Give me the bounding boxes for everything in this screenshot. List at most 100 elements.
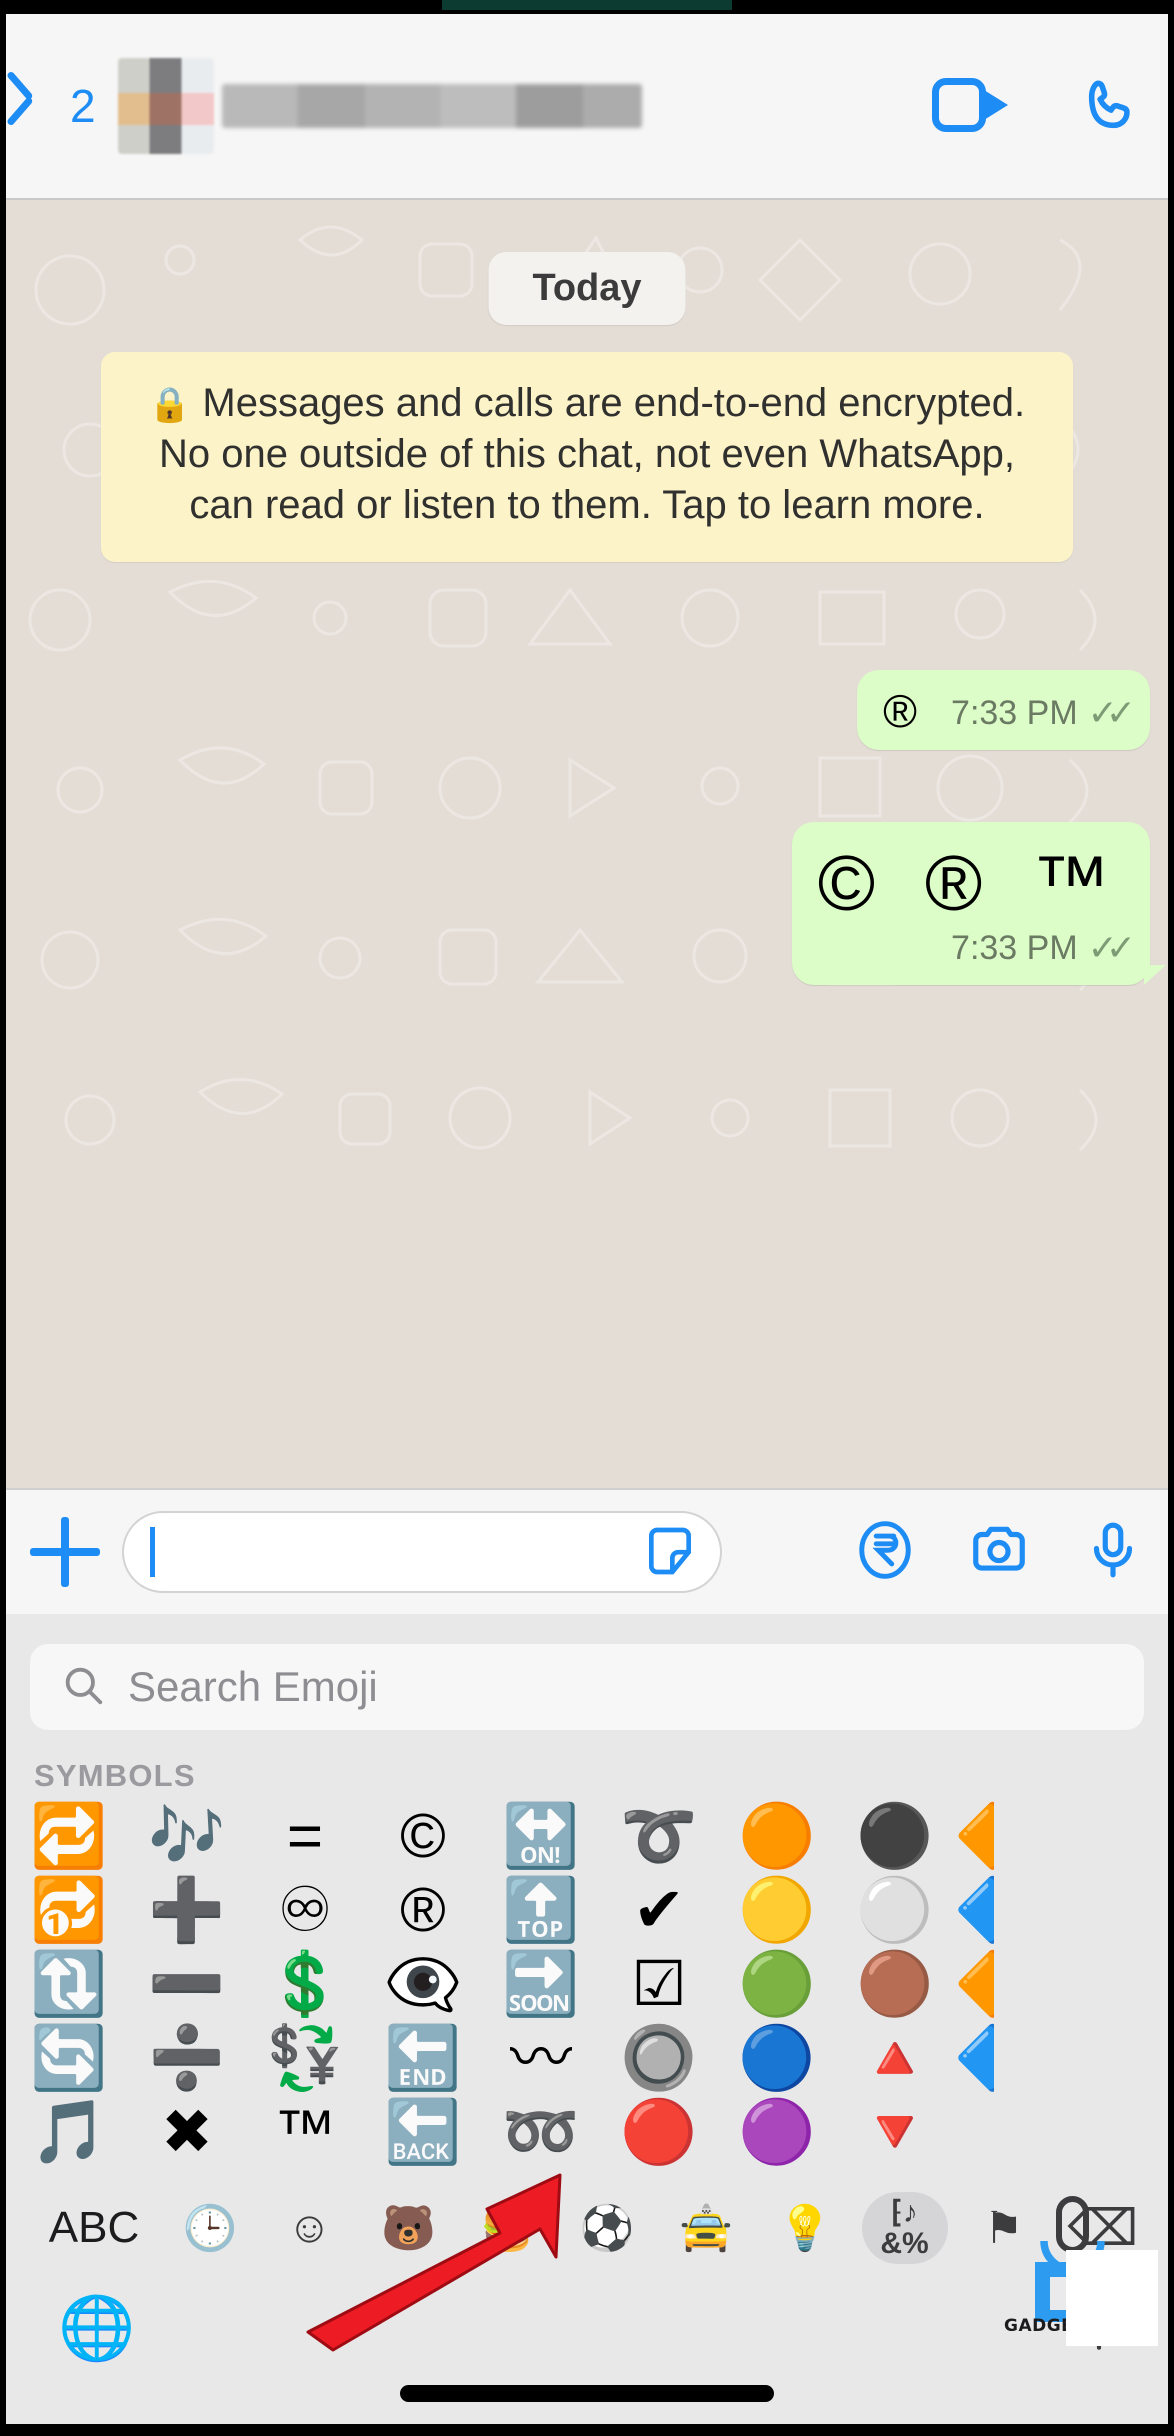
- recents-category[interactable]: 🕒: [167, 2192, 253, 2264]
- plus-icon[interactable]: [30, 1517, 100, 1587]
- emoji-search-input[interactable]: Search Emoji: [30, 1644, 1144, 1730]
- emoji-key[interactable]: 🟡: [718, 1874, 836, 1948]
- avatar[interactable]: [118, 58, 215, 154]
- contact-name[interactable]: [222, 84, 643, 128]
- encryption-notice-text: Messages and calls are end-to-end encryp…: [158, 381, 1026, 528]
- emoji-key[interactable]: ➰: [600, 1800, 718, 1874]
- read-receipt-icon: ✓✓: [1087, 692, 1136, 733]
- emoji-key[interactable]: ™: [246, 2096, 364, 2170]
- abc-key[interactable]: ABC: [34, 2192, 154, 2264]
- message-bubble-outgoing[interactable]: © ® ™ 7:33 PM ✓✓: [791, 822, 1167, 986]
- emoji-key[interactable]: 🔻: [836, 2096, 954, 2170]
- chevron-left-icon: [26, 79, 56, 133]
- emoji-search-placeholder: Search Emoji: [128, 1663, 378, 1710]
- keyboard-bottom-row: 🌐: [0, 2274, 1174, 2424]
- symbols-category[interactable]: ⁅♪ &%: [861, 2192, 948, 2264]
- emoji-key[interactable]: ♾: [246, 1874, 364, 1948]
- emoji-key[interactable]: ➖: [128, 1948, 246, 2022]
- emoji-key[interactable]: 🎶: [128, 1800, 246, 1874]
- header-actions: [932, 76, 1140, 136]
- microphone-icon[interactable]: [1082, 1519, 1144, 1585]
- emoji-key[interactable]: [954, 2096, 994, 2170]
- read-receipt-icon: ✓✓: [1087, 927, 1136, 969]
- whatsapp-chat-screen: 2 Today 🔒 Messages and calls are end-to-…: [0, 0, 1174, 2436]
- day-divider: Today: [488, 252, 686, 325]
- emoji-key[interactable]: 〰: [482, 2022, 600, 2096]
- search-icon: [60, 1662, 106, 1713]
- emoji-key[interactable]: 💲: [246, 1948, 364, 2022]
- emoji-key[interactable]: 🟤: [836, 1948, 954, 2022]
- animals-category[interactable]: 🐻: [366, 2192, 452, 2264]
- voice-call-icon[interactable]: [1082, 76, 1140, 136]
- message-text: © ® ™: [817, 839, 1124, 927]
- travel-category[interactable]: 🚖: [663, 2192, 749, 2264]
- emoji-key[interactable]: 🟣: [718, 2096, 836, 2170]
- camera-icon[interactable]: [968, 1519, 1030, 1585]
- emoji-key[interactable]: 🔚: [364, 2022, 482, 2096]
- globe-language-icon[interactable]: 🌐: [58, 2292, 135, 2365]
- emoji-key[interactable]: ©: [364, 1800, 482, 1874]
- smileys-category[interactable]: ☺: [266, 2192, 352, 2264]
- emoji-keyboard: Search Emoji SYMBOLS 🔁 🎶 = © 🔛 ➰ 🟠 ⚫ 🔶 🔂…: [0, 1614, 1174, 2424]
- video-call-icon[interactable]: [932, 78, 1008, 134]
- text-cursor: [150, 1527, 155, 1577]
- emoji-key[interactable]: 🔺: [836, 2022, 954, 2096]
- rupee-payment-icon[interactable]: [854, 1519, 916, 1585]
- back-button[interactable]: 2: [26, 79, 96, 133]
- emoji-key[interactable]: 🟢: [718, 1948, 836, 2022]
- emoji-key[interactable]: ✔: [600, 1874, 718, 1948]
- emoji-key[interactable]: 🔁: [10, 1800, 128, 1874]
- emoji-key[interactable]: 🔷: [954, 1874, 994, 1948]
- emoji-key[interactable]: 🔜: [482, 1948, 600, 2022]
- lock-icon: 🔒: [148, 386, 192, 424]
- emoji-search-wrap: Search Emoji: [0, 1614, 1174, 1730]
- emoji-key[interactable]: ✖: [128, 2096, 246, 2170]
- sticker-icon[interactable]: [642, 1523, 698, 1581]
- emoji-key[interactable]: 👁‍🗨: [364, 1948, 482, 2022]
- encryption-notice[interactable]: 🔒 Messages and calls are end-to-end encr…: [101, 352, 1073, 562]
- emoji-category-bar: ABC 🕒 ☺ 🐻 🍔 ⚽ 🚖 💡 ⁅♪ &% ⚑ ⌫: [0, 2170, 1174, 2274]
- food-category[interactable]: 🍔: [465, 2192, 551, 2264]
- emoji-key[interactable]: 🎵: [10, 2096, 128, 2170]
- message-list[interactable]: Today 🔒 Messages and calls are end-to-en…: [0, 200, 1174, 1488]
- emoji-grid[interactable]: 🔁 🎶 = © 🔛 ➰ 🟠 ⚫ 🔶 🔂 ➕ ♾ ® 🔝 ✔ 🟡 ⚪ 🔷 🔃 ➖ …: [0, 1800, 1174, 2170]
- emoji-key[interactable]: 🔘: [600, 2022, 718, 2096]
- emoji-key[interactable]: 🔴: [600, 2096, 718, 2170]
- activities-category[interactable]: ⚽: [564, 2192, 650, 2264]
- emoji-key[interactable]: ➿: [482, 2096, 600, 2170]
- emoji-key[interactable]: ➗: [128, 2022, 246, 2096]
- status-bar-notch: [442, 0, 732, 10]
- objects-category[interactable]: 💡: [762, 2192, 848, 2264]
- emoji-key[interactable]: 🔵: [718, 2022, 836, 2096]
- emoji-key[interactable]: 💱: [246, 2022, 364, 2096]
- message-meta: 7:33 PM ✓✓: [818, 927, 1136, 969]
- message-time: 7:33 PM: [951, 693, 1078, 732]
- emoji-key[interactable]: 🔷: [954, 2022, 994, 2096]
- emoji-section-title: SYMBOLS: [34, 1758, 196, 1793]
- bezel-left: [0, 0, 6, 2436]
- emoji-key[interactable]: 🔶: [954, 1800, 994, 1874]
- bezel-bottom: [0, 2424, 1174, 2436]
- message-composer: [0, 1488, 1174, 1614]
- message-bubble-outgoing[interactable]: ® 7:33 PM ✓✓: [857, 670, 1150, 750]
- emoji-key[interactable]: ⚫: [836, 1800, 954, 1874]
- emoji-key[interactable]: 🔂: [10, 1874, 128, 1948]
- emoji-key[interactable]: ®: [364, 1874, 482, 1948]
- emoji-key[interactable]: 🔃: [10, 1948, 128, 2022]
- emoji-key[interactable]: =: [246, 1800, 364, 1874]
- emoji-key[interactable]: 🟠: [718, 1800, 836, 1874]
- emoji-key[interactable]: 🔶: [954, 1948, 994, 2022]
- emoji-key[interactable]: 🔄: [10, 2022, 128, 2096]
- watermark-logo: GADGETS T: [1002, 2190, 1158, 2346]
- emoji-key[interactable]: 🔝: [482, 1874, 600, 1948]
- emoji-key[interactable]: 🔛: [482, 1800, 600, 1874]
- message-time: 7:33 PM: [951, 928, 1078, 967]
- emoji-key[interactable]: 🔙: [364, 2096, 482, 2170]
- message-meta: 7:33 PM ✓✓: [951, 692, 1136, 734]
- bezel-right: [1168, 0, 1174, 2436]
- composer-actions: [854, 1519, 1144, 1585]
- emoji-key[interactable]: ⚪: [836, 1874, 954, 1948]
- emoji-key[interactable]: ➕: [128, 1874, 246, 1948]
- message-input[interactable]: [122, 1511, 722, 1593]
- emoji-key[interactable]: ☑: [600, 1948, 718, 2022]
